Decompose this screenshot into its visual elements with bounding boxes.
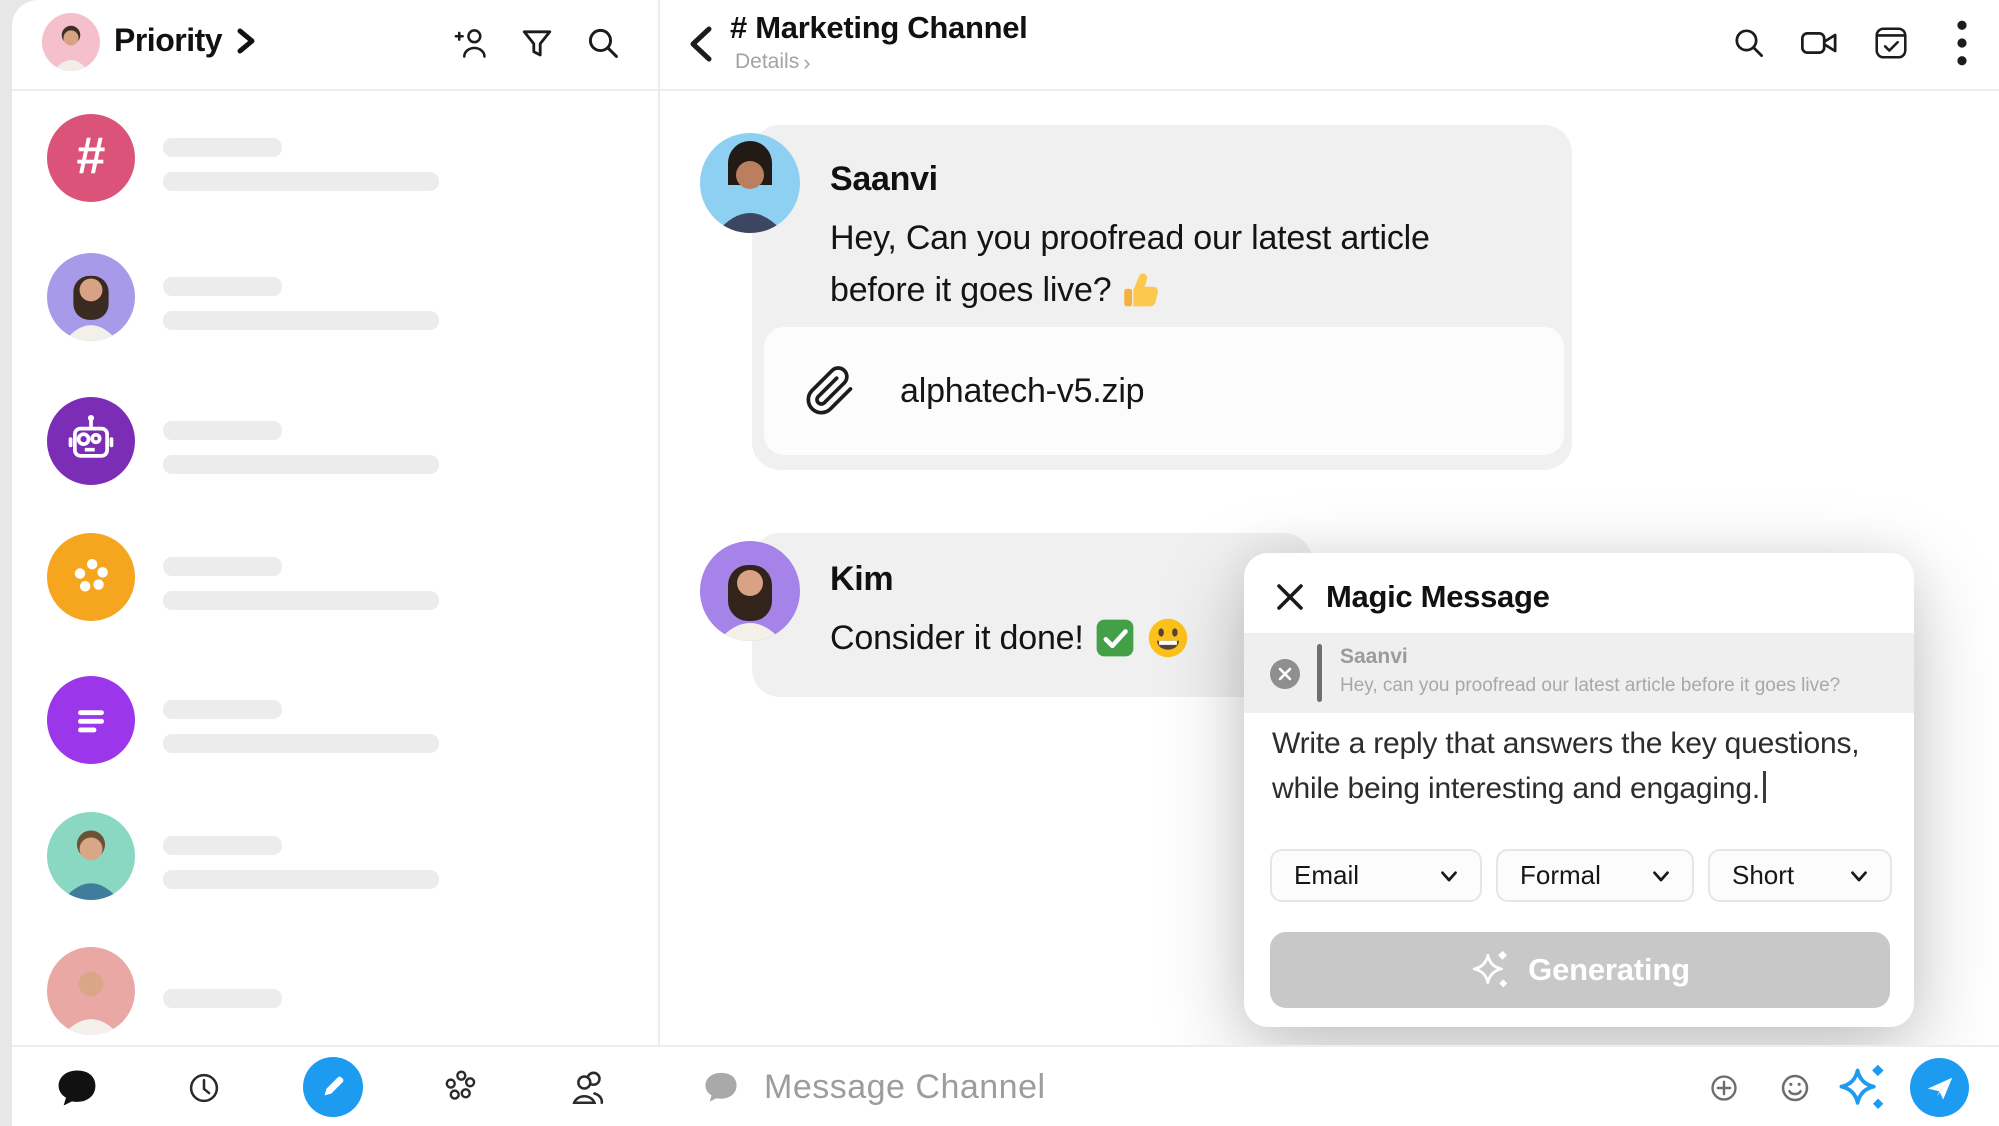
skeleton-bar <box>163 734 439 753</box>
skeleton-bar <box>163 421 282 440</box>
sidebar-item-notes[interactable] <box>12 676 658 796</box>
chevron-down-icon <box>1436 863 1462 889</box>
ai-sparkles-icon[interactable] <box>1835 1047 1891 1126</box>
skeleton-bar <box>163 138 282 157</box>
chevron-down-icon <box>1846 863 1872 889</box>
app-window: Priority # Marketing Channel Details <box>12 0 1999 1126</box>
chevron-right-icon <box>236 28 256 54</box>
attachment-filename: alphatech-v5.zip <box>900 372 1144 411</box>
paperclip-icon <box>804 365 856 417</box>
attach-plus-icon[interactable] <box>1701 1047 1747 1126</box>
details-label: Details <box>735 50 799 74</box>
sidebar-item-app[interactable] <box>12 533 658 653</box>
sidebar-item-user[interactable] <box>12 812 658 932</box>
tasks-icon[interactable] <box>1870 22 1912 64</box>
workspace-avatar[interactable] <box>42 13 100 71</box>
compose-tab-button[interactable] <box>303 1057 363 1117</box>
close-icon[interactable] <box>1272 579 1308 615</box>
skeleton-bar <box>163 836 282 855</box>
apps-tab-icon[interactable] <box>437 1047 483 1126</box>
text-lines-icon <box>47 676 135 764</box>
history-tab-icon[interactable] <box>181 1047 227 1126</box>
grinning-face-emoji <box>1146 616 1190 660</box>
message-text: Consider it done! <box>830 612 1190 664</box>
skeleton-bar <box>163 591 439 610</box>
message-text: Hey, Can you proofread our latest articl… <box>830 212 1550 316</box>
skeleton-bar <box>163 700 282 719</box>
skeleton-bar <box>163 311 439 330</box>
attachment-card[interactable]: alphatech-v5.zip <box>764 327 1564 455</box>
robot-icon <box>47 397 135 485</box>
sidebar-divider <box>658 0 660 1045</box>
thumbs-up-emoji <box>1121 269 1163 311</box>
bottom-bar: Message Channel <box>12 1045 1999 1126</box>
person-photo <box>47 947 135 1035</box>
sidebar-item-bot[interactable] <box>12 397 658 517</box>
message-input[interactable]: Message Channel <box>700 1047 1046 1126</box>
quoted-message: Saanvi Hey, can you proofread our latest… <box>1244 633 1914 713</box>
header-divider <box>12 89 1999 91</box>
check-mark-emoji <box>1094 617 1136 659</box>
back-button[interactable] <box>680 24 720 64</box>
quote-author: Saanvi <box>1340 645 1408 669</box>
filter-icon[interactable] <box>516 22 558 64</box>
message-author: Saanvi <box>830 160 938 199</box>
magic-message-panel: Magic Message Saanvi Hey, can you proofr… <box>1244 553 1914 1027</box>
sparkles-icon <box>1470 949 1512 991</box>
skeleton-bar <box>163 172 439 191</box>
quote-text: Hey, can you proofread our latest articl… <box>1340 675 1840 697</box>
chevron-down-icon <box>1648 863 1674 889</box>
person-photo <box>700 541 800 641</box>
composer-placeholder: Message Channel <box>764 1068 1046 1107</box>
chats-tab-icon[interactable] <box>54 1047 100 1126</box>
tone-dropdown[interactable]: Formal <box>1496 849 1694 902</box>
remove-quote-icon[interactable] <box>1270 659 1300 689</box>
paper-plane-icon <box>1924 1072 1956 1104</box>
message-author: Kim <box>830 560 893 599</box>
kebab-menu-icon[interactable] <box>1941 22 1983 64</box>
skeleton-bar <box>163 870 439 889</box>
emoji-icon[interactable] <box>1771 1047 1819 1126</box>
person-photo <box>42 13 100 71</box>
channel-details-link[interactable]: Details › <box>735 50 811 74</box>
quote-bar <box>1317 644 1322 702</box>
search-icon[interactable] <box>1728 22 1770 64</box>
generating-label: Generating <box>1528 952 1690 988</box>
send-button[interactable] <box>1910 1058 1969 1117</box>
pencil-icon <box>318 1072 348 1102</box>
saanvi-avatar[interactable] <box>700 133 800 233</box>
text-cursor <box>1763 771 1766 803</box>
length-dropdown[interactable]: Short <box>1708 849 1892 902</box>
chat-bubble-icon <box>700 1067 742 1109</box>
workspace-title[interactable]: Priority <box>114 22 256 59</box>
search-icon[interactable] <box>582 22 624 64</box>
video-call-icon[interactable] <box>1799 22 1841 64</box>
sidebar-item-channel[interactable]: # <box>12 114 658 234</box>
person-photo <box>700 133 800 233</box>
skeleton-bar <box>163 277 282 296</box>
user-avatar <box>47 812 135 900</box>
generating-button[interactable]: Generating <box>1270 932 1890 1008</box>
prompt-input[interactable]: Write a reply that answers the key quest… <box>1272 721 1892 811</box>
user-avatar <box>47 253 135 341</box>
panel-title: Magic Message <box>1326 579 1550 615</box>
user-avatar <box>47 947 135 1035</box>
sidebar-item-user[interactable] <box>12 253 658 373</box>
hash-icon: # <box>47 114 135 202</box>
kim-avatar[interactable] <box>700 541 800 641</box>
add-person-icon[interactable] <box>450 22 492 64</box>
format-dropdown[interactable]: Email <box>1270 849 1482 902</box>
skeleton-bar <box>163 989 282 1008</box>
workspace-name: Priority <box>114 22 222 59</box>
chevron-right-small-icon: › <box>803 52 810 73</box>
contacts-tab-icon[interactable] <box>565 1047 611 1126</box>
skeleton-bar <box>163 557 282 576</box>
dots-flower-icon <box>47 533 135 621</box>
channel-title: # Marketing Channel <box>730 10 1027 46</box>
skeleton-bar <box>163 455 439 474</box>
person-photo <box>47 253 135 341</box>
person-photo <box>47 812 135 900</box>
